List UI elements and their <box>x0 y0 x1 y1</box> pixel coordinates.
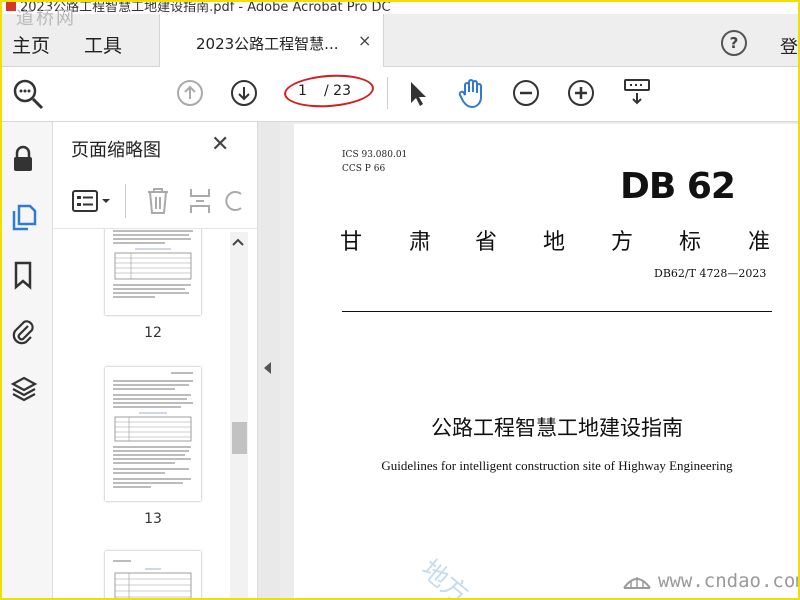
toolbar-divider <box>387 77 388 109</box>
navigation-rail <box>2 122 53 598</box>
heading-char: 地 <box>543 230 566 255</box>
toolbar: 1 / 23 <box>2 67 798 122</box>
heading-char: 方 <box>611 230 634 255</box>
panel-close-icon[interactable]: ✕ <box>211 132 229 157</box>
thumbnail-content <box>113 560 192 598</box>
panel-collapse-strip[interactable] <box>258 122 280 598</box>
document-title-cn: 公路工程智慧工地建设指南 <box>431 416 683 440</box>
thumbnail-content <box>113 230 193 298</box>
lock-icon[interactable] <box>10 144 36 174</box>
heading-char: 准 <box>748 230 771 255</box>
highlight-oval <box>282 71 376 111</box>
help-icon[interactable]: ? <box>721 30 747 56</box>
menu-home[interactable]: 主页 <box>12 31 50 58</box>
scrollbar-thumb[interactable] <box>232 422 247 454</box>
menu-tools[interactable]: 工具 <box>84 31 122 58</box>
zoom-search-icon[interactable] <box>12 78 46 110</box>
scroll-up-icon[interactable] <box>232 237 244 247</box>
watermark-logo: 道桥网 <box>16 8 76 29</box>
thumbnail-page-13[interactable] <box>105 367 201 501</box>
header-rule <box>342 311 772 312</box>
watermark-logo-icon <box>623 577 651 589</box>
thumbnail-label: 12 <box>144 325 162 341</box>
document-title-en: Guidelines for intelligent construction … <box>381 458 733 473</box>
page-down-icon[interactable] <box>230 79 258 107</box>
page-navigator: 1 / 23 <box>282 71 376 111</box>
pdf-icon <box>6 2 16 11</box>
panel-title: 页面缩略图 <box>71 140 161 161</box>
title-bar: 2023公路工程智慧工地建设指南.pdf - Adobe Acrobat Pro… <box>2 2 798 14</box>
thumbnail-page-12[interactable] <box>105 229 201 315</box>
login-button[interactable]: 登 <box>780 33 798 59</box>
thumbnail-page-14[interactable] <box>105 551 201 598</box>
page-up-icon[interactable] <box>176 79 204 107</box>
zoom-in-icon[interactable] <box>567 79 595 107</box>
tab-close-icon[interactable]: × <box>358 31 371 50</box>
thumbnail-scrollbar[interactable] <box>230 232 248 598</box>
hand-tool-icon[interactable] <box>457 77 487 109</box>
document-tab[interactable]: 2023公路工程智慧... × <box>159 14 384 67</box>
trash-icon[interactable] <box>145 186 171 216</box>
ccs-code: CCS P 66 <box>342 164 386 174</box>
app-window: 2023公路工程智慧工地建设指南.pdf - Adobe Acrobat Pro… <box>0 0 800 600</box>
heading-char: 标 <box>679 230 702 255</box>
attachment-icon[interactable] <box>10 316 36 346</box>
thumbnail-content <box>113 372 193 488</box>
thumbnail-list: 12 13 <box>53 229 233 598</box>
heading-char: 省 <box>475 230 498 255</box>
ics-code: ICS 93.080.01 <box>342 150 408 160</box>
document-classification: ICS 93.080.01 CCS P 66 <box>342 148 407 176</box>
watermark-site: www.cndao.com <box>658 570 800 592</box>
heading-char: 甘 <box>340 230 363 255</box>
panel-toolbar <box>53 176 257 229</box>
bookmark-icon[interactable] <box>10 260 36 290</box>
document-tab-title: 2023公路工程智慧... <box>196 35 339 53</box>
heading-char: 肃 <box>409 230 432 255</box>
menu-bar: 主页 工具 2023公路工程智慧... × ? 登 <box>2 14 798 67</box>
thumbnail-panel: 页面缩略图 ✕ 12 13 <box>53 122 258 598</box>
layers-icon[interactable] <box>10 374 38 404</box>
standard-number: DB62/T 4728—2023 <box>654 267 767 280</box>
panel-divider <box>125 184 126 218</box>
keyboard-scroll-icon[interactable] <box>622 77 652 107</box>
thumbnail-options-icon[interactable] <box>71 188 113 214</box>
page-thumbnails-icon[interactable] <box>10 202 38 232</box>
select-cursor-icon[interactable] <box>406 79 430 107</box>
collapse-panel-icon[interactable] <box>264 362 271 374</box>
rotate-icon[interactable] <box>225 186 243 216</box>
standard-logo: DB 62 <box>620 166 736 207</box>
thumbnail-label: 13 <box>144 511 162 527</box>
extract-pages-icon[interactable] <box>187 186 213 216</box>
zoom-out-icon[interactable] <box>512 79 540 107</box>
